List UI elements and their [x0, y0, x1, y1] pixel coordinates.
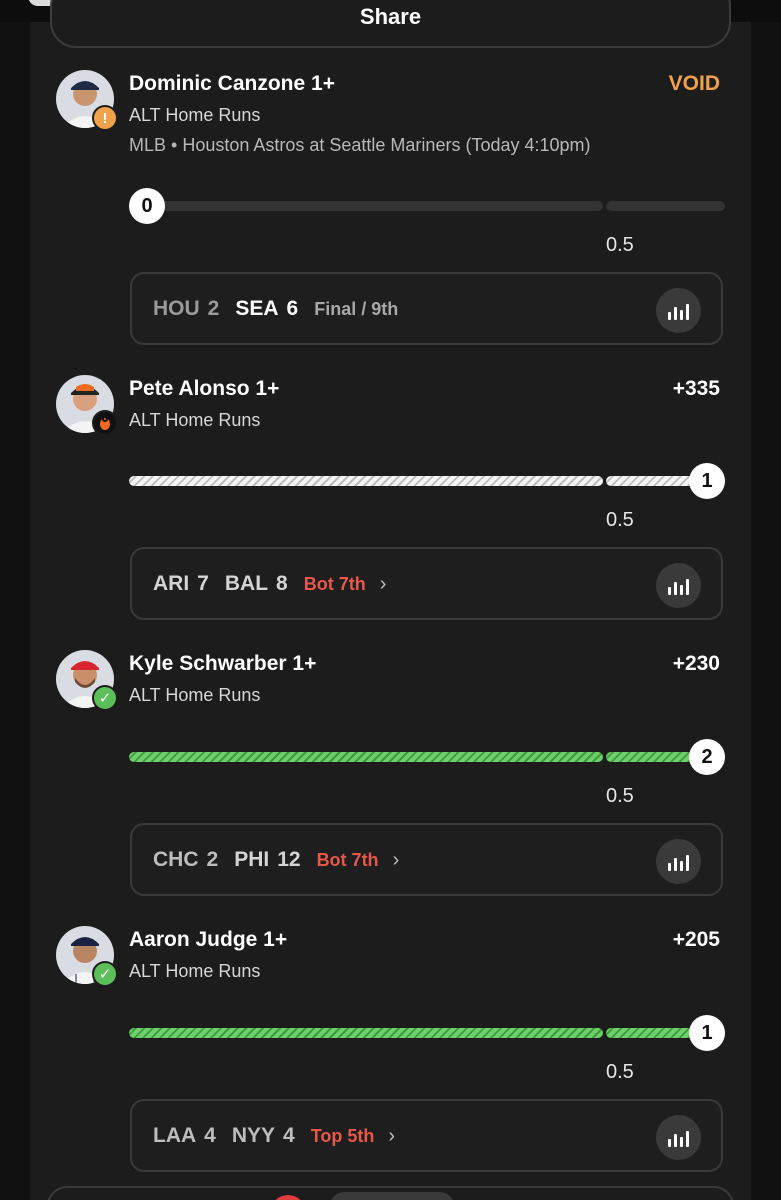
progress-count: 2 [689, 739, 725, 775]
chevron-right-icon: › [379, 573, 387, 595]
game-score-box[interactable]: ARI 7 BAL 8 Bot 7th › [130, 547, 723, 620]
scoreline: CHC 2 PHI 12 Bot 7th › [153, 847, 399, 873]
progress-track [129, 752, 603, 762]
away-score: 2 [207, 297, 220, 320]
game-info: MLB • Houston Astros at Seattle Mariners… [129, 135, 591, 155]
home-score: 4 [283, 1124, 295, 1147]
home-score: 6 [286, 297, 299, 320]
odds-label: +205 [672, 928, 720, 951]
bottom-pill-button[interactable] [330, 1192, 454, 1200]
game-score-box[interactable]: LAA 4 NYY 4 Top 5th › [130, 1099, 723, 1172]
leg-card[interactable]: Pete Alonso 1+ +335 ALT Home Runs 1 0.5 … [0, 375, 781, 650]
odds-label: +230 [672, 652, 720, 675]
player-name: Pete Alonso 1+ [129, 377, 280, 400]
away-team: HOU [153, 297, 200, 320]
odds-label: +335 [672, 377, 720, 400]
progress-count: 1 [689, 463, 725, 499]
away-score: 4 [204, 1124, 216, 1147]
warning-icon: ! [92, 105, 118, 131]
bar-chart-icon[interactable] [656, 839, 701, 884]
line-value: 0.5 [606, 1061, 634, 1083]
line-value: 0.5 [606, 234, 634, 256]
home-score: 8 [276, 572, 288, 595]
market-label: ALT Home Runs [129, 105, 261, 125]
game-status: Bot 7th [316, 850, 379, 870]
game-status: Final / 9th [314, 299, 399, 319]
progress-count: 1 [689, 1015, 725, 1051]
bar-chart-icon[interactable] [656, 1115, 701, 1160]
line-value: 0.5 [606, 509, 634, 531]
progress-track [129, 476, 603, 486]
home-team: PHI [234, 848, 270, 871]
home-team: BAL [224, 572, 269, 595]
progress-track-remaining [606, 201, 725, 211]
odds-label: VOID [668, 72, 720, 95]
share-button[interactable]: Share [50, 0, 731, 48]
away-score: 2 [206, 848, 219, 871]
player-name: Aaron Judge 1+ [129, 928, 288, 951]
market-label: ALT Home Runs [129, 961, 261, 981]
player-name: Dominic Canzone 1+ [129, 72, 335, 95]
scoreline: ARI 7 BAL 8 Bot 7th › [153, 571, 386, 597]
away-team: LAA [153, 1124, 197, 1147]
home-score: 12 [277, 848, 301, 871]
chevron-right-icon: › [388, 1125, 396, 1147]
chevron-right-icon: › [392, 849, 400, 871]
line-value: 0.5 [606, 785, 634, 807]
leg-card[interactable]: ! Dominic Canzone 1+ VOID ALT Home Runs … [0, 70, 781, 345]
progress-count: 0 [129, 188, 165, 224]
game-status: Bot 7th [303, 574, 366, 594]
player-name: Kyle Schwarber 1+ [129, 652, 317, 675]
share-button-label: Share [359, 4, 422, 29]
leg-card[interactable]: ✓ Kyle Schwarber 1+ +230 ALT Home Runs 2… [0, 650, 781, 925]
team-logo-icon [92, 410, 118, 436]
check-icon: ✓ [92, 685, 118, 711]
leg-card[interactable]: ✓ Aaron Judge 1+ +205 ALT Home Runs 1 0.… [0, 926, 781, 1200]
away-team: CHC [153, 848, 199, 871]
progress-track [129, 1028, 603, 1038]
bar-chart-icon[interactable] [656, 288, 701, 333]
game-status: Top 5th [310, 1126, 375, 1146]
game-score-box[interactable]: CHC 2 PHI 12 Bot 7th › [130, 823, 723, 896]
home-team: SEA [235, 297, 279, 320]
progress-track [129, 201, 603, 211]
market-label: ALT Home Runs [129, 685, 261, 705]
market-label: ALT Home Runs [129, 410, 261, 430]
bar-chart-icon[interactable] [656, 563, 701, 608]
scoreline: LAA 4 NYY 4 Top 5th › [153, 1123, 395, 1149]
scoreline: HOU 2 SEA 6 Final / 9th [153, 296, 398, 322]
check-icon: ✓ [92, 961, 118, 987]
away-team: ARI [153, 572, 190, 595]
away-score: 7 [197, 572, 209, 595]
game-score-box[interactable]: HOU 2 SEA 6 Final / 9th [130, 272, 723, 345]
home-team: NYY [231, 1124, 276, 1147]
